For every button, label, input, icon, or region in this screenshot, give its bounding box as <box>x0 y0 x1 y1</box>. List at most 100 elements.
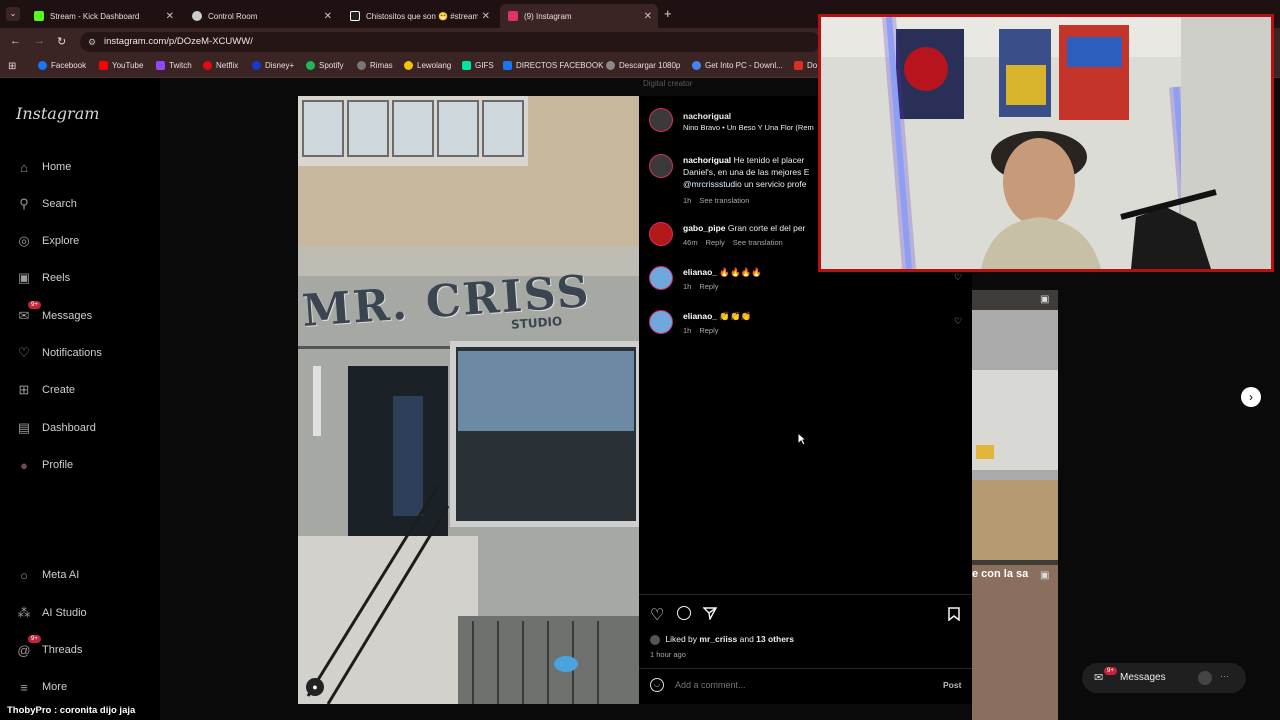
tab-tiktok[interactable]: Chistositos que son 😁 #stream ✕ <box>342 4 496 28</box>
sidebar-item-label: Threads <box>42 644 83 656</box>
tab-kick-dashboard[interactable]: Stream - Kick Dashboard ✕ <box>26 4 180 28</box>
sidebar-item-explore[interactable]: ◎ Explore <box>16 232 79 250</box>
post-actions <box>639 594 972 595</box>
liked-prefix: Liked by <box>665 634 698 644</box>
comment-meta: 46m Reply See translation <box>683 238 791 247</box>
avatar <box>1198 671 1212 685</box>
share-icon[interactable] <box>703 607 717 620</box>
avatar[interactable] <box>649 222 673 246</box>
bookmark-spotify[interactable]: Spotify <box>306 61 343 70</box>
stream-chat-message: ThobyPro : coronita dijo jaja <box>4 704 139 717</box>
back-icon[interactable]: ← <box>10 35 21 47</box>
avatar[interactable] <box>649 310 673 334</box>
comment-text: gabo_pipe Gran corte el del per <box>683 222 823 234</box>
url-input[interactable]: ⚙ instagram.com/p/DOzeM-XCUWW/ <box>80 32 820 52</box>
bookmark-do[interactable]: Do <box>794 61 817 70</box>
bookmark-getintopc[interactable]: Get Into PC - Downl... <box>692 61 783 70</box>
reload-icon[interactable]: ↻ <box>57 35 66 48</box>
sidebar-item-home[interactable]: ⌂ Home <box>16 158 71 176</box>
post-author[interactable]: nachorigual <box>683 110 828 122</box>
post-audio[interactable]: Nino Bravo • Un Beso Y Una Flor (Rem <box>683 122 823 134</box>
sidebar-item-create[interactable]: ⊞ Create <box>16 381 75 399</box>
bookmark-lewolang[interactable]: Lewolang <box>404 61 451 70</box>
bookmark-facebook[interactable]: Facebook <box>38 61 86 70</box>
post-comment-button[interactable]: Post <box>943 680 961 690</box>
avatar[interactable] <box>649 266 673 290</box>
bookmark-rimas[interactable]: Rimas <box>357 61 393 70</box>
close-icon[interactable]: ✕ <box>644 11 652 22</box>
bookmark-netflix[interactable]: Netflix <box>203 61 238 70</box>
tab-label: (9) Instagram <box>524 11 572 21</box>
sidebar-item-ai-studio[interactable]: ⁂ AI Studio <box>16 604 87 622</box>
comment-icon[interactable] <box>677 606 691 620</box>
liked-user[interactable]: mr_criiss <box>699 634 737 644</box>
user-tag-icon[interactable]: ● <box>306 678 324 696</box>
reply-link[interactable]: Reply <box>699 326 718 335</box>
bookmark-twitch[interactable]: Twitch <box>156 61 192 70</box>
site-info-icon[interactable]: ⚙ <box>88 32 96 52</box>
emoji-icon[interactable]: ◡ <box>650 678 664 692</box>
tab-search-icon[interactable]: ⌄ <box>6 7 20 21</box>
close-icon[interactable]: ✕ <box>482 11 490 22</box>
avatar[interactable] <box>649 154 673 178</box>
close-icon[interactable]: ✕ <box>166 11 174 22</box>
sidebar-item-dashboard[interactable]: ▤ Dashboard <box>16 419 96 437</box>
background-post-thumbnail: ▣ e con la sa ▣ <box>972 290 1058 720</box>
dashboard-icon: ▤ <box>17 420 31 435</box>
comment-user[interactable]: elianao_ <box>683 267 717 277</box>
comment-user[interactable]: elianao_ <box>683 311 717 321</box>
comment-time: 46m <box>683 238 698 247</box>
comment-mention[interactable]: @mrcrissstudio <box>683 179 742 189</box>
messages-icon: ✉ <box>18 308 30 323</box>
sidebar-item-profile[interactable]: ● Profile <box>16 456 73 474</box>
sidebar-item-meta-ai[interactable]: ○ Meta AI <box>16 566 79 584</box>
google-icon <box>692 61 701 70</box>
forward-icon[interactable]: → <box>34 35 45 47</box>
sidebar-item-messages[interactable]: ✉ 9+ Messages <box>16 301 93 325</box>
bookmark-descargar[interactable]: Descargar 1080p <box>606 61 680 70</box>
bookmark-label: Facebook <box>51 61 87 70</box>
ground <box>972 480 1058 560</box>
instagram-logo[interactable]: Instagram <box>16 104 99 123</box>
comment-input[interactable] <box>675 677 935 693</box>
new-tab-icon[interactable]: + <box>664 6 672 21</box>
reply-link[interactable]: Reply <box>699 282 718 291</box>
comment-divider <box>639 668 972 669</box>
see-translation-link[interactable]: See translation <box>699 196 749 205</box>
see-translation-link[interactable]: See translation <box>733 238 783 247</box>
sidebar-item-notifications[interactable]: ♡ Notifications <box>16 344 102 362</box>
avatar[interactable] <box>649 108 673 132</box>
tab-control-room[interactable]: Control Room ✕ <box>184 4 338 28</box>
next-post-icon[interactable]: › <box>1241 387 1261 407</box>
bookmark-gifs[interactable]: GIFS <box>462 61 494 70</box>
sidebar-item-search[interactable]: ⚲ Search <box>16 195 77 213</box>
explore-icon: ◎ <box>18 233 30 248</box>
liked-others[interactable]: 13 others <box>756 634 794 644</box>
comment-text: elianao_ 🔥🔥🔥🔥 <box>683 266 828 278</box>
bookmark-label: Spotify <box>319 61 344 70</box>
reply-link[interactable]: Reply <box>706 238 725 247</box>
like-comment-icon[interactable]: ♡ <box>954 272 962 283</box>
unread-badge: 9+ <box>1104 667 1117 675</box>
sidebar-item-reels[interactable]: ▣ Reels <box>16 269 70 287</box>
like-icon[interactable]: ♡ <box>650 605 664 625</box>
sidebar-item-more[interactable]: ≡ More <box>16 678 67 696</box>
bookmark-label: Lewolang <box>417 61 452 70</box>
close-icon[interactable]: ✕ <box>324 11 332 22</box>
download-icon <box>503 61 512 70</box>
comment-meta: 1h See translation <box>683 196 757 205</box>
comment-user[interactable]: nachorigual <box>683 155 731 165</box>
comment-meta: 1h Reply <box>683 326 727 335</box>
bookmark-directos-facebook[interactable]: DIRECTOS FACEBOOK <box>503 61 603 70</box>
sidebar-item-threads[interactable]: @9+ Threads <box>16 635 83 659</box>
bookmark-icon[interactable] <box>948 607 960 621</box>
bookmark-youtube[interactable]: YouTube <box>99 61 143 70</box>
comment-time: 1h <box>683 196 692 205</box>
like-comment-icon[interactable]: ♡ <box>954 316 962 327</box>
comment-user[interactable]: gabo_pipe <box>683 223 726 233</box>
apps-icon[interactable]: ⊞ <box>8 61 16 72</box>
tab-instagram[interactable]: (9) Instagram ✕ <box>500 4 658 28</box>
messages-pill[interactable]: ✉ 9+ Messages ··· <box>1082 663 1246 693</box>
sidebar-item-label: Messages <box>42 310 93 322</box>
bookmark-disney[interactable]: Disney+ <box>252 61 294 70</box>
